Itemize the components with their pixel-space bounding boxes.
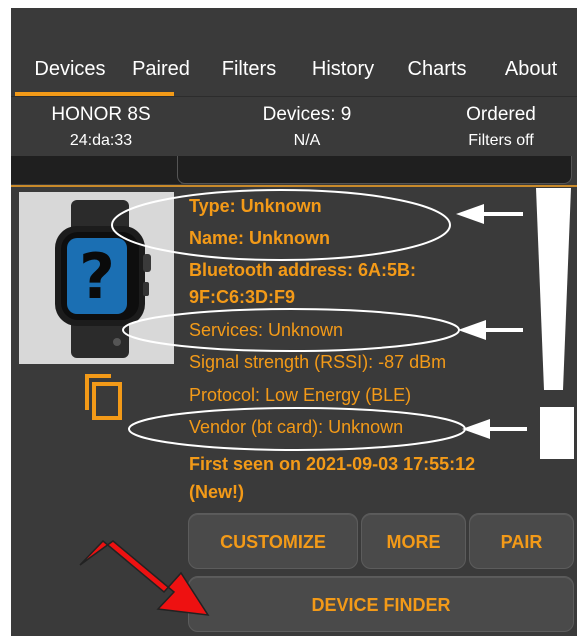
signal-strength: Signal strength (RSSI): -87 dBm (189, 352, 447, 372)
app-window: Devices Paired Filters History Charts Ab… (11, 8, 577, 636)
tab-history[interactable]: History (298, 46, 388, 92)
tab-about[interactable]: About (489, 46, 573, 92)
status-panel-bottom-tab (177, 156, 572, 184)
list-separator (11, 185, 577, 187)
device-type: Type: Unknown (189, 196, 322, 216)
device-finder-button[interactable]: DEVICE FINDER (188, 576, 574, 632)
customize-button[interactable]: CUSTOMIZE (188, 513, 358, 569)
status-panel-bottom (11, 156, 181, 184)
bluetooth-address: Bluetooth address: 6A:5B: (189, 260, 417, 280)
svg-text:?: ? (79, 240, 115, 313)
tab-bar-divider (11, 96, 577, 97)
devices-count: Devices: 9 (262, 104, 352, 125)
first-seen-new: (New!) (189, 482, 244, 502)
filters-status[interactable]: Filters off (441, 132, 561, 150)
tab-paired[interactable]: Paired (121, 46, 201, 92)
device-name: Name: Unknown (189, 228, 331, 248)
tab-bar: Devices Paired Filters History Charts Ab… (11, 46, 577, 96)
devices-sub: N/A (293, 132, 321, 149)
device-protocol: Protocol: Low Energy (BLE) (189, 385, 412, 405)
smartwatch-question-icon: ? (55, 200, 151, 358)
first-seen: First seen on 2021-09-03 17:55:12 (189, 454, 476, 474)
tab-filters[interactable]: Filters (210, 46, 288, 92)
pair-button[interactable]: PAIR (469, 513, 574, 569)
device-services: Services: Unknown (189, 320, 344, 340)
bluetooth-address-cont: 9F:C6:3D:F9 (189, 287, 296, 307)
phone-name: HONOR 8S (51, 104, 151, 125)
more-button[interactable]: MORE (361, 513, 466, 569)
device-vendor: Vendor (bt card): Unknown (189, 417, 404, 437)
copy-icon[interactable] (81, 372, 125, 424)
order-status[interactable]: Ordered (441, 104, 561, 126)
tab-devices[interactable]: Devices (19, 46, 121, 92)
tab-charts[interactable]: Charts (395, 46, 479, 92)
device-image: ? (19, 192, 174, 364)
phone-mac: 24:da:33 (69, 132, 133, 149)
